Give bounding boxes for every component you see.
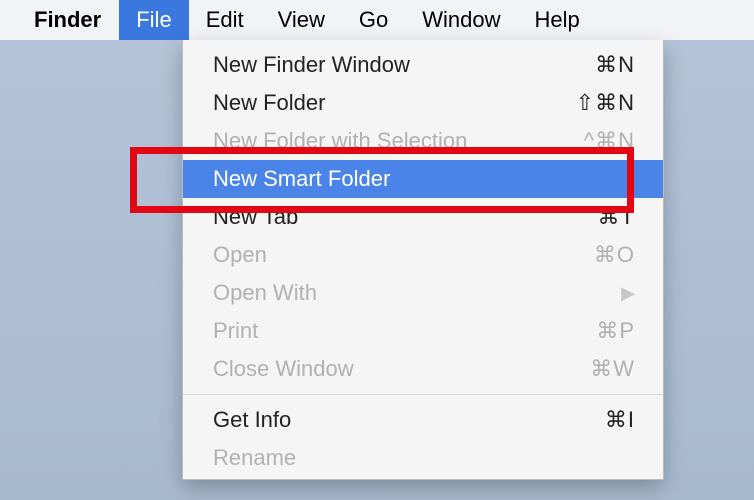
menu-item-new-finder-window[interactable]: New Finder Window ⌘N: [183, 46, 663, 84]
menu-view[interactable]: View: [261, 0, 342, 40]
menu-item-shortcut: ⌘P: [596, 318, 635, 344]
menu-item-label: New Folder: [213, 90, 576, 116]
menu-item-label: Open With: [213, 280, 621, 306]
menu-item-print: Print ⌘P: [183, 312, 663, 350]
menu-item-close-window: Close Window ⌘W: [183, 350, 663, 388]
menu-item-label: New Smart Folder: [213, 166, 635, 192]
menu-item-label: Rename: [213, 445, 635, 471]
menu-file[interactable]: File: [119, 0, 188, 40]
menu-item-shortcut: ⇧⌘N: [576, 90, 635, 116]
menu-item-shortcut: ⌘W: [590, 356, 635, 382]
menu-item-label: Open: [213, 242, 594, 268]
menu-item-shortcut: ⌘O: [594, 242, 635, 268]
menu-item-shortcut: ⌘T: [598, 204, 635, 230]
menu-item-shortcut: ⌘N: [595, 52, 635, 78]
menu-item-open-with: Open With ▶: [183, 274, 663, 312]
menu-item-rename: Rename: [183, 439, 663, 477]
menu-go[interactable]: Go: [342, 0, 405, 40]
menu-item-label: New Finder Window: [213, 52, 595, 78]
menu-window[interactable]: Window: [405, 0, 517, 40]
app-name[interactable]: Finder: [34, 7, 101, 33]
menu-edit[interactable]: Edit: [189, 0, 261, 40]
menu-item-label: Print: [213, 318, 596, 344]
menu-item-shortcut: ⌘I: [605, 407, 635, 433]
menu-item-new-folder[interactable]: New Folder ⇧⌘N: [183, 84, 663, 122]
menu-item-new-smart-folder[interactable]: New Smart Folder: [183, 160, 663, 198]
menu-item-get-info[interactable]: Get Info ⌘I: [183, 401, 663, 439]
menu-item-label: Get Info: [213, 407, 605, 433]
menu-item-new-folder-with-selection: New Folder with Selection ^⌘N: [183, 122, 663, 160]
menu-item-shortcut: ^⌘N: [584, 128, 635, 154]
submenu-arrow-icon: ▶: [621, 283, 635, 304]
file-dropdown-menu: New Finder Window ⌘N New Folder ⇧⌘N New …: [182, 40, 664, 480]
menu-separator: [183, 394, 663, 395]
menu-item-label: New Tab: [213, 204, 598, 230]
menu-help[interactable]: Help: [518, 0, 597, 40]
menu-item-open: Open ⌘O: [183, 236, 663, 274]
menubar: Finder File Edit View Go Window Help: [0, 0, 754, 40]
menu-item-new-tab[interactable]: New Tab ⌘T: [183, 198, 663, 236]
menu-item-label: New Folder with Selection: [213, 128, 584, 154]
menu-item-label: Close Window: [213, 356, 590, 382]
